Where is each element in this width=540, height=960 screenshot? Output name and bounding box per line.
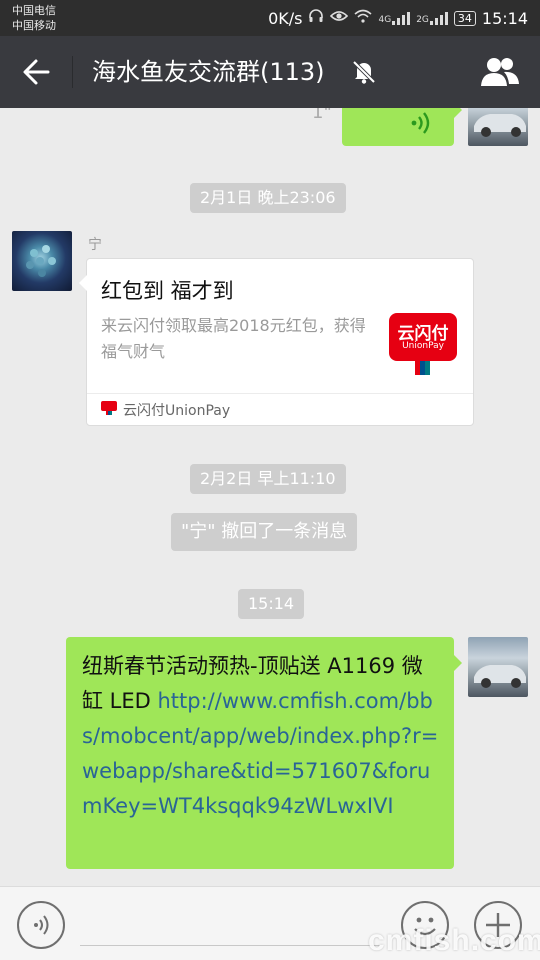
chat-title: 海水鱼友交流群(113)	[92, 58, 325, 86]
network-2-label: 2G	[416, 15, 429, 25]
status-indicators: 0K/s 4G 2G 34 15:14	[268, 0, 528, 36]
network-speed: 0K/s	[268, 8, 303, 28]
signal-bars-2-icon	[429, 11, 448, 25]
sender-name: 宁	[88, 237, 102, 253]
unionpay-small-icon	[101, 400, 117, 419]
signal-2: 2G	[416, 11, 448, 25]
battery-level: 34	[453, 10, 476, 26]
voice-message-bubble[interactable]	[342, 108, 462, 146]
timestamp: 2月1日 晚上23:06	[190, 183, 346, 213]
back-button[interactable]	[18, 52, 58, 92]
group-members-icon	[481, 58, 519, 86]
status-time: 15:14	[481, 8, 528, 28]
coral-photo-icon	[26, 245, 56, 277]
bell-off-icon	[350, 58, 378, 86]
my-avatar[interactable]	[468, 637, 528, 697]
message-text[interactable]: 纽斯春节活动预热-顶贴送 A1169 微缸 LED http://www.cmf…	[82, 649, 442, 824]
voice-duration: 1"	[312, 108, 332, 123]
voice-wave-icon	[411, 112, 430, 134]
recall-notice: "宁" 撤回了一条消息	[171, 513, 358, 551]
signal-1: 4G	[378, 11, 411, 25]
header-divider	[72, 56, 73, 88]
network-1-label: 4G	[378, 15, 392, 25]
car-photo-icon	[474, 665, 526, 688]
voice-input-icon	[34, 915, 49, 935]
chat-header: 海水鱼友交流群(113)	[0, 36, 540, 108]
timestamp: 2月2日 早上11:10	[190, 464, 346, 494]
card-footer: 云闪付UnionPay	[87, 393, 473, 425]
headset-icon	[308, 8, 324, 28]
signal-bars-1-icon	[392, 11, 411, 25]
carrier-1: 中国电信	[12, 4, 56, 17]
voice-input-button[interactable]	[17, 901, 65, 949]
timestamp: 15:14	[238, 589, 305, 619]
eye-icon	[330, 9, 349, 27]
status-bar: 中国电信 中国移动 0K/s 4G 2G 34 15:14	[0, 0, 540, 36]
watermark: cmfish.com	[368, 924, 540, 957]
text-message-bubble[interactable]: 纽斯春节活动预热-顶贴送 A1169 微缸 LED http://www.cmf…	[66, 637, 462, 869]
chat-area[interactable]: 1" 2月1日 晚上23:06 宁 红包到 福才到 来云闪付领取最高2018元红…	[0, 108, 540, 886]
unionpay-logo-subtext: UnionPay	[402, 341, 444, 351]
group-members-button[interactable]	[478, 54, 522, 90]
card-description: 来云闪付领取最高2018元红包，获得福气财气	[101, 316, 366, 361]
card-source: 云闪付UnionPay	[123, 402, 231, 419]
card-title: 红包到 福才到	[101, 279, 234, 303]
my-avatar[interactable]	[468, 108, 528, 146]
share-card[interactable]: 红包到 福才到 来云闪付领取最高2018元红包，获得福气财气 云闪付 Union…	[79, 258, 474, 426]
carrier-2: 中国移动	[12, 19, 56, 32]
message-input[interactable]	[80, 945, 380, 946]
wifi-icon	[354, 9, 373, 27]
arrow-left-icon	[23, 59, 50, 85]
carrier-info: 中国电信 中国移动	[12, 3, 56, 33]
car-photo-icon	[474, 114, 526, 137]
unionpay-logo: 云闪付 UnionPay	[389, 313, 457, 377]
sender-avatar[interactable]	[12, 231, 72, 291]
